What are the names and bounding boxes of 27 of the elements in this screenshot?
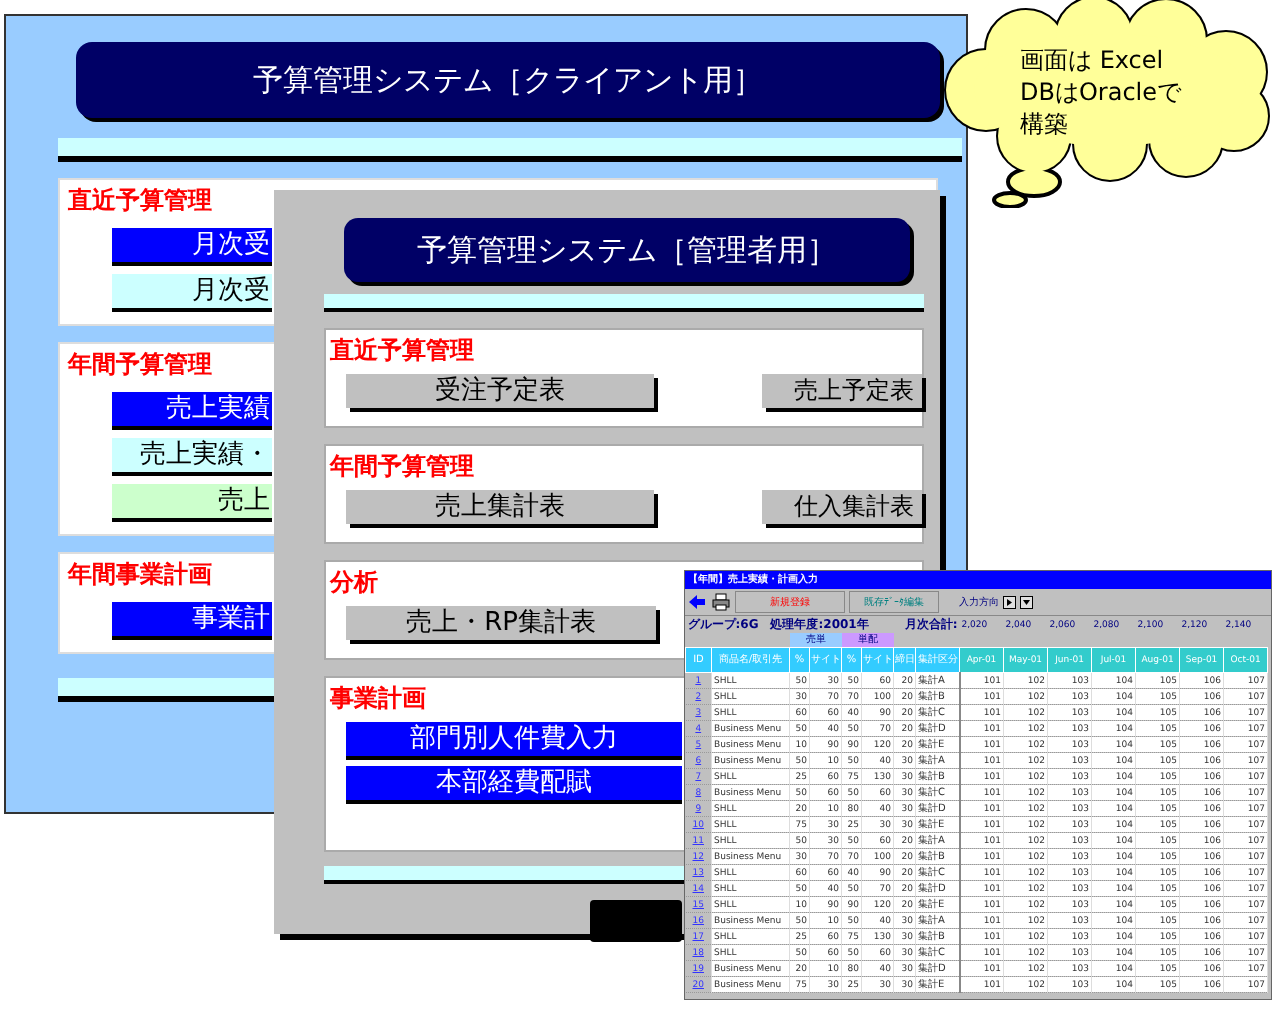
menu-button[interactable]: 月次受 <box>112 228 272 262</box>
menu-button[interactable]: 月次受 <box>112 274 272 308</box>
menu-button[interactable]: 部門別人件費入力 <box>346 722 682 756</box>
menu-button[interactable]: 売上 <box>112 484 272 518</box>
menu-button[interactable]: 売上予定表 <box>762 374 922 408</box>
menu-button[interactable]: 売上実績・ <box>112 438 272 472</box>
menu-button[interactable]: 事業計 <box>112 602 272 636</box>
right-arrow-icon[interactable] <box>1003 595 1016 609</box>
menu-button[interactable]: 仕入集計表 <box>762 490 922 524</box>
section-heading: 年間予算管理 <box>68 348 212 380</box>
section-heading: 年間予算管理 <box>330 450 474 482</box>
menu-button[interactable]: 受注予定表 <box>346 374 655 408</box>
menu-button[interactable]: 売上集計表 <box>346 490 655 524</box>
menu-button[interactable]: 本部経費配賦 <box>346 766 682 800</box>
section-heading: 事業計画 <box>330 682 426 714</box>
section-heading: 分析 <box>330 566 378 598</box>
section-heading: 直近予算管理 <box>68 184 212 216</box>
menu-button[interactable]: 売上・RP集計表 <box>346 606 656 640</box>
printer-icon[interactable] <box>711 592 731 612</box>
menu-button[interactable]: 売上実績 <box>112 392 272 426</box>
callout-text: 画面は Excel DBはOracleで 構築 <box>1020 44 1182 140</box>
window-title: 予算管理システム［クライアント用］ <box>76 42 940 118</box>
section-heading: 直近予算管理 <box>330 334 474 366</box>
section-heading: 年間事業計画 <box>68 558 212 590</box>
dropdown-icon[interactable] <box>1020 595 1033 609</box>
window-title: 予算管理システム［管理者用］ <box>344 218 910 282</box>
back-arrow-icon[interactable] <box>687 592 707 612</box>
